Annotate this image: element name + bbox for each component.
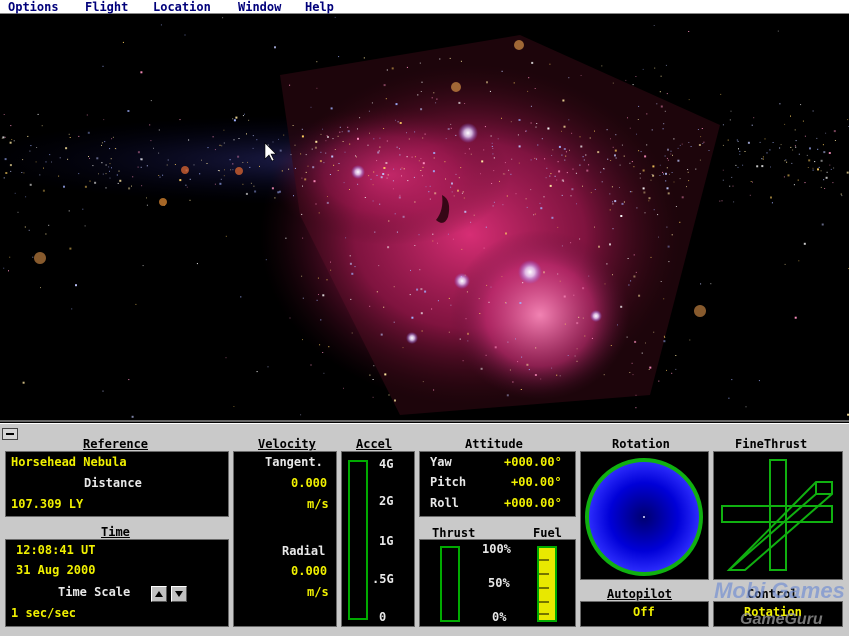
menu-flight[interactable]: Flight [85, 0, 128, 14]
accel-tick-4g: 4G [379, 457, 394, 471]
time-scale-value: 1 sec/sec [11, 606, 77, 620]
arrow-down-icon [175, 591, 183, 597]
yaw-label: Yaw [430, 455, 452, 469]
distance-label: Distance [84, 476, 142, 490]
accel-title: Accel [356, 437, 393, 451]
roll-value: +000.00° [504, 496, 562, 510]
thrust-tick-100: 100% [482, 542, 511, 556]
time-clock: 12:08:41 UT [16, 543, 96, 557]
fuel-gauge [537, 546, 557, 622]
rotation-ball[interactable] [581, 452, 708, 579]
tangent-label: Tangent. [265, 455, 323, 469]
menu-bar: Options Flight Location Window Help [0, 0, 849, 14]
distance-value: 107.309 LY [11, 497, 84, 511]
menu-window[interactable]: Window [238, 0, 281, 14]
reference-box[interactable]: Horsehead Nebula Distance 107.309 LY [5, 451, 229, 517]
control-panel: Reference Horsehead Nebula Distance 107.… [0, 423, 849, 636]
radial-unit: m/s [307, 585, 329, 599]
attitude-title: Attitude [465, 437, 523, 451]
space-view[interactable] [0, 15, 849, 422]
rotation-title: Rotation [612, 437, 670, 451]
velocity-box[interactable]: Tangent. 0.000 m/s Radial 0.000 m/s [233, 451, 337, 627]
accel-tick-1g: 1G [379, 534, 394, 548]
accel-tick-05g: .5G [372, 572, 394, 586]
thrust-tick-50: 50% [488, 576, 510, 590]
finethrust-box[interactable] [713, 451, 843, 580]
finethrust-icon[interactable] [714, 452, 842, 579]
system-menu-icon[interactable] [2, 428, 18, 440]
starfield-image [0, 15, 849, 420]
thrust-gauge[interactable] [440, 546, 460, 622]
accel-gauge[interactable] [348, 460, 368, 620]
radial-value: 0.000 [291, 564, 328, 578]
roll-label: Roll [430, 496, 459, 510]
watermark-text: GameGuru [740, 611, 823, 628]
pitch-label: Pitch [430, 475, 467, 489]
tangent-value: 0.000 [291, 476, 328, 490]
time-date: 31 Aug 2000 [16, 563, 96, 577]
arrow-up-icon [155, 591, 163, 597]
autopilot-title: Autopilot [607, 587, 673, 601]
menu-location[interactable]: Location [153, 0, 211, 14]
time-scale-label: Time Scale [58, 585, 131, 599]
time-box[interactable]: 12:08:41 UT 31 Aug 2000 Time Scale 1 sec… [5, 539, 229, 627]
thrust-fuel-box[interactable]: 100% 50% 0% [419, 539, 576, 627]
rotation-box[interactable] [580, 451, 709, 580]
time-scale-up-button[interactable] [151, 586, 167, 602]
velocity-title: Velocity [258, 437, 316, 451]
menu-options[interactable]: Options [8, 0, 59, 14]
attitude-box[interactable]: Yaw +000.00° Pitch +00.00° Roll +000.00° [419, 451, 576, 517]
thrust-tick-0: 0% [492, 610, 507, 624]
autopilot-value: Off [633, 605, 655, 619]
accel-tick-2g: 2G [379, 494, 394, 508]
time-scale-down-button[interactable] [171, 586, 187, 602]
watermark-logo: Mobi Games [714, 578, 845, 603]
pitch-value: +00.00° [511, 475, 562, 489]
reference-title: Reference [83, 437, 149, 451]
radial-label: Radial [282, 544, 326, 558]
accel-tick-0: 0 [379, 610, 387, 624]
yaw-value: +000.00° [504, 455, 562, 469]
thrust-title: Thrust [432, 526, 476, 540]
fuel-gauge-ticks [539, 559, 549, 615]
tangent-unit: m/s [307, 497, 329, 511]
time-title: Time [101, 525, 130, 539]
finethrust-title: FineThrust [735, 437, 808, 451]
reference-name: Horsehead Nebula [11, 455, 127, 469]
menu-help[interactable]: Help [305, 0, 334, 14]
autopilot-button[interactable]: Off [580, 601, 709, 627]
accel-box[interactable]: 4G 2G 1G .5G 0 [341, 451, 415, 627]
fuel-title: Fuel [533, 526, 562, 540]
